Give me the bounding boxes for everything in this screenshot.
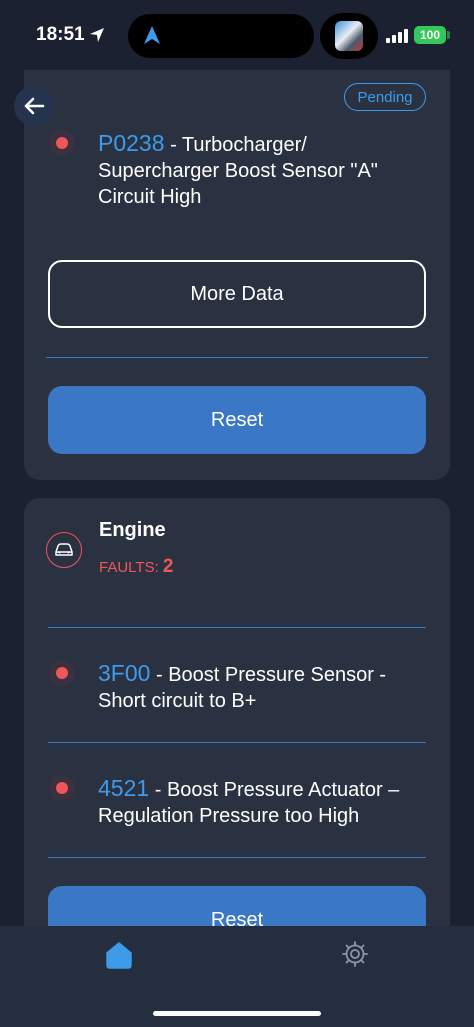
home-indicator (153, 1011, 321, 1016)
divider (48, 627, 426, 628)
fault-item: 4521 - Boost Pressure Actuator – Regulat… (98, 775, 428, 829)
fault-code[interactable]: P0238 (98, 130, 165, 156)
faults-label: FAULTS: (99, 559, 163, 576)
pending-badge: Pending (344, 83, 426, 111)
fault-status-dot (49, 775, 75, 801)
faults-summary: FAULTS: 2 (99, 556, 173, 578)
navigation-icon (144, 26, 160, 44)
arrow-left-icon (24, 97, 45, 115)
gear-icon[interactable] (341, 940, 369, 968)
reset-button[interactable]: Reset (48, 386, 426, 454)
home-icon[interactable] (104, 940, 134, 970)
status-time: 18:51 (36, 24, 85, 45)
battery-tip (447, 31, 450, 39)
status-bar: 18:51 100 (0, 0, 474, 70)
fault-status-dot (49, 130, 75, 156)
app-thumbnail[interactable] (320, 13, 378, 59)
fault-item: P0238 - Turbocharger/ Supercharger Boost… (98, 130, 428, 210)
fault-code[interactable]: 4521 (98, 775, 149, 801)
fault-status-dot (49, 660, 75, 686)
divider (48, 742, 426, 743)
more-data-button[interactable]: More Data (48, 260, 426, 328)
fault-item: 3F00 - Boost Pressure Sensor -Short circ… (98, 660, 428, 714)
divider (48, 857, 426, 858)
battery-icon: 100 (414, 26, 446, 44)
location-arrow-icon (90, 28, 104, 42)
signal-icon (386, 29, 408, 43)
faults-count: 2 (162, 556, 174, 577)
car-icon (55, 543, 73, 556)
fault-code[interactable]: 3F00 (98, 660, 150, 686)
module-title: Engine (99, 519, 166, 541)
divider (46, 357, 428, 358)
back-button[interactable] (14, 86, 54, 126)
module-icon (46, 532, 82, 568)
